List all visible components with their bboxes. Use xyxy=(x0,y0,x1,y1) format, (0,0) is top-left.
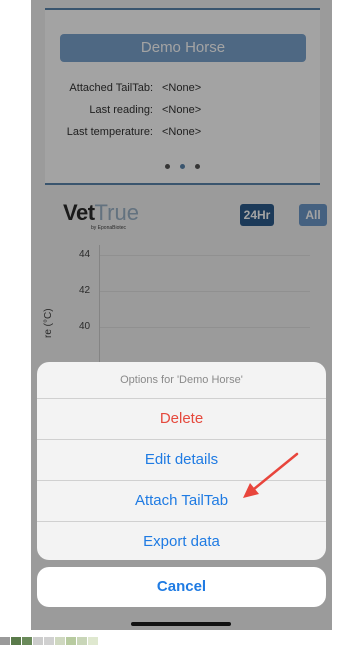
bottom-thumbnail-strip xyxy=(0,632,180,645)
red-arrow-icon xyxy=(243,452,299,498)
phone-screen: Demo Horse Attached TailTab: <None> Last… xyxy=(31,0,332,630)
